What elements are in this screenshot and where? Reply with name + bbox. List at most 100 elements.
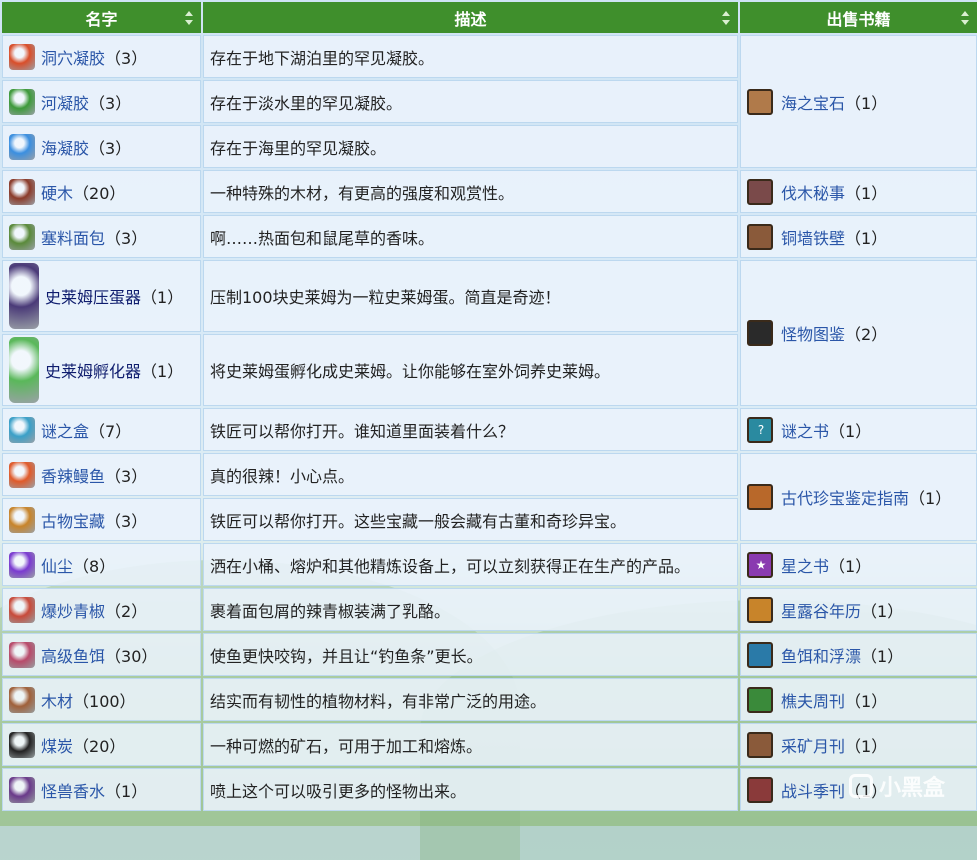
sort-icon[interactable] (185, 11, 193, 25)
item-link[interactable]: 史莱姆压蛋器 (45, 284, 141, 308)
item-link[interactable]: 高级鱼饵 (41, 643, 105, 667)
item-cell: 爆炒青椒 （2） (2, 588, 201, 631)
book-link[interactable]: 古代珍宝鉴定指南 (781, 485, 909, 509)
item-description: 一种特殊的木材，有更高的强度和观赏性。 (203, 170, 738, 213)
book-cell: 古代珍宝鉴定指南 （1） (740, 453, 977, 541)
item-link[interactable]: 海凝胶 (41, 135, 89, 159)
book-quantity: （1） (845, 93, 888, 113)
item-quantity: （7） (89, 421, 132, 441)
table-row: 塞料面包 （3） 啊……热面包和鼠尾草的香味。 铜墙铁壁 （1） (2, 215, 977, 258)
item-link[interactable]: 硬木 (41, 180, 73, 204)
book-link[interactable]: 星之书 (781, 553, 829, 577)
sort-icon[interactable] (961, 11, 969, 25)
item-description: 结实而有韧性的植物材料，有非常广泛的用途。 (203, 678, 738, 721)
slime-incubator-icon (9, 337, 39, 403)
item-quantity: （1） (141, 362, 184, 381)
book-cell: 星露谷年历 （1） (740, 588, 977, 631)
item-link[interactable]: 史莱姆孵化器 (45, 358, 141, 382)
book-quantity: （1） (829, 556, 872, 576)
book-link[interactable]: 星露谷年历 (781, 598, 861, 622)
book-glyph (754, 691, 768, 709)
sort-icon[interactable] (722, 11, 730, 25)
book-link[interactable]: 谜之书 (781, 418, 829, 442)
book-cell: 铜墙铁壁 （1） (740, 215, 977, 258)
wood-icon (9, 686, 35, 713)
book-glyph (754, 228, 768, 246)
item-quantity: （30） (105, 646, 158, 666)
book-quantity: （1） (845, 183, 888, 203)
book-link[interactable]: 伐木秘事 (781, 180, 845, 204)
item-link[interactable]: 古物宝藏 (41, 508, 105, 532)
table-row: 高级鱼饵 （30） 使鱼更快咬钩，并且让“钓鱼条”更长。 鱼饵和浮漂 （1） (2, 633, 977, 676)
column-header-name[interactable]: 名字 (2, 2, 201, 33)
book-cell: ? 谜之书 （1） (740, 408, 977, 451)
item-link[interactable]: 塞料面包 (41, 225, 105, 249)
table-row: 洞穴凝胶 （3） 存在于地下湖泊里的罕见凝胶。 海之宝石 （1） (2, 35, 977, 168)
watermark-text: 小黑盒 (878, 776, 945, 801)
book-link[interactable]: 战斗季刊 (781, 778, 845, 802)
book-jewels-of-the-sea-icon (747, 88, 773, 115)
book-quantity: （2） (845, 325, 888, 344)
monster-musk-icon (9, 776, 35, 803)
book-cell: 鱼饵和浮漂 （1） (740, 633, 977, 676)
item-description: 铁匠可以帮你打开。谁知道里面装着什么？ (203, 408, 738, 451)
table-row: 爆炒青椒 （2） 裹着面包屑的辣青椒装满了乳酪。 星露谷年历 （1） (2, 588, 977, 631)
book-link[interactable]: 铜墙铁壁 (781, 225, 845, 249)
book-link[interactable]: 怪物图鉴 (781, 321, 845, 345)
book-of-stars-icon: ★ (747, 551, 773, 578)
item-description: 使鱼更快咬钩，并且让“钓鱼条”更长。 (203, 633, 738, 676)
table-row: 木材 （100） 结实而有韧性的植物材料，有非常广泛的用途。 樵夫周刊 （1） (2, 678, 977, 721)
item-link[interactable]: 洞穴凝胶 (41, 45, 105, 69)
item-quantity: （20） (73, 736, 126, 756)
river-jelly-icon (9, 88, 35, 115)
item-cell: 怪兽香水 （1） (2, 768, 201, 811)
column-header-desc[interactable]: 描述 (203, 2, 738, 33)
table-row: 香辣鳗鱼 （3） 真的很辣！小心点。 古代珍宝鉴定指南 （1） (2, 453, 977, 541)
column-header-book[interactable]: 出售书籍 (740, 2, 977, 33)
table-row: 仙尘 （8） 洒在小桶、熔炉和其他精炼设备上，可以立刻获得正在生产的产品。 ★ 星之书（… (2, 543, 977, 586)
hardwood-icon (9, 178, 35, 205)
item-link[interactable]: 谜之盒 (41, 418, 89, 442)
item-description: 真的很辣！小心点。 (203, 453, 738, 496)
book-quantity: （1） (829, 421, 872, 441)
book-link[interactable]: 鱼饵和浮漂 (781, 643, 861, 667)
item-cell: 洞穴凝胶 （3） (2, 35, 201, 78)
item-link[interactable]: 怪兽香水 (41, 778, 105, 802)
item-quantity: （3） (105, 228, 148, 248)
book-cell: 采矿月刊 （1） (740, 723, 977, 766)
table-row: 谜之盒 （7） 铁匠可以帮你打开。谁知道里面装着什么？? 谜之书 （1） (2, 408, 977, 451)
item-quantity: （20） (73, 183, 126, 203)
book-bait-and-bobber-icon (747, 641, 773, 668)
item-description: 将史莱姆蛋孵化成史莱姆。让你能够在室外饲养史莱姆。 (203, 334, 738, 406)
item-quantity: （3） (105, 511, 148, 531)
item-description: 喷上这个可以吸引更多的怪物出来。 (203, 768, 738, 811)
spicy-eel-icon (9, 461, 35, 488)
item-description: 洒在小桶、熔炉和其他精炼设备上，可以立刻获得正在生产的产品。 (203, 543, 738, 586)
book-quantity: （1） (845, 691, 888, 711)
item-link[interactable]: 爆炒青椒 (41, 598, 105, 622)
item-link[interactable]: 木材 (41, 688, 73, 712)
book-glyph (754, 183, 768, 201)
table-row: 怪兽香水 （1） 喷上这个可以吸引更多的怪物出来。 战斗季刊 （1） (2, 768, 977, 811)
item-cell: 古物宝藏 （3） (2, 498, 201, 541)
table-row: 史莱姆压蛋器 （1） 压制100块史莱姆为一粒史莱姆蛋。简直是奇迹！ 怪物图鉴 （2） (2, 260, 977, 406)
item-link[interactable]: 煤炭 (41, 733, 73, 757)
table-row: 煤炭 （20） 一种可燃的矿石，可用于加工和熔炼。 采矿月刊 （1） (2, 723, 977, 766)
item-quantity: （1） (141, 288, 184, 307)
item-cell: 塞料面包 （3） (2, 215, 201, 258)
item-link[interactable]: 仙尘 (41, 553, 73, 577)
book-woody-weekly-icon (747, 686, 773, 713)
item-link[interactable]: 河凝胶 (41, 90, 89, 114)
book-link[interactable]: 樵夫周刊 (781, 688, 845, 712)
coal-icon (9, 731, 35, 758)
table-header-row: 名字 描述 出售书籍 (2, 2, 977, 33)
item-link[interactable]: 香辣鳗鱼 (41, 463, 105, 487)
book-link[interactable]: 海之宝石 (781, 90, 845, 114)
book-glyph (754, 601, 768, 619)
item-quantity: （3） (105, 466, 148, 486)
item-description: 啊……热面包和鼠尾草的香味。 (203, 215, 738, 258)
book-quantity: （1） (845, 228, 888, 248)
item-cell: 香辣鳗鱼 （3） (2, 453, 201, 496)
item-description: 铁匠可以帮你打开。这些宝藏一般会藏有古董和奇珍异宝。 (203, 498, 738, 541)
book-link[interactable]: 采矿月刊 (781, 733, 845, 757)
